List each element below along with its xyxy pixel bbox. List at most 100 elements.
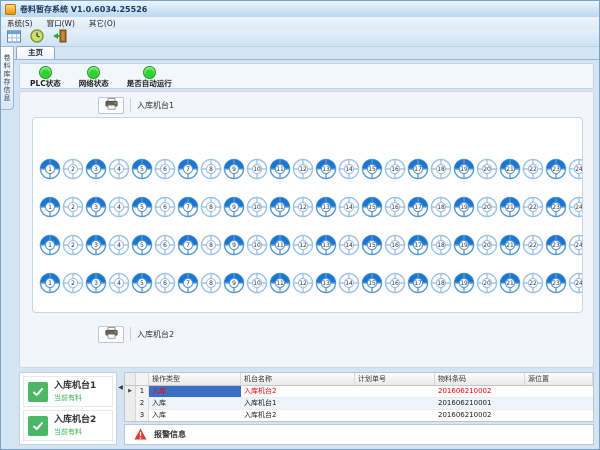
tab-home[interactable]: 主页	[16, 46, 55, 59]
cell[interactable]: 入库机台2	[241, 386, 355, 397]
check-icon	[28, 416, 48, 436]
svg-text:23: 23	[552, 204, 560, 211]
machine2-label: 入库机台2	[137, 329, 174, 340]
status-label: PLC状态	[30, 80, 61, 88]
cell[interactable]: 入库	[149, 398, 241, 409]
cell[interactable]	[355, 386, 435, 397]
row-number: 2	[136, 398, 149, 409]
svg-text:24: 24	[575, 204, 583, 211]
cell[interactable]	[355, 398, 435, 409]
slot-8-empty: 8	[200, 234, 222, 256]
svg-text:2: 2	[71, 242, 75, 249]
row-selector	[125, 410, 136, 421]
svg-text:6: 6	[163, 166, 167, 173]
table-row-2[interactable]: 2入库入库机台1 201606210001	[125, 398, 593, 410]
svg-text:1: 1	[48, 242, 52, 249]
slot-row-3: 1234567891011121314151617181920212223242…	[39, 234, 583, 256]
cell[interactable]	[525, 410, 593, 421]
table-row-3[interactable]: 3入库入库机台2201606210002	[125, 410, 593, 422]
col-header-4[interactable]: 物料条码	[435, 373, 525, 385]
slot-5-occupied: 5	[131, 234, 153, 256]
machine1-header: 入库机台1	[98, 96, 174, 114]
machine-panels: 入库机台1 1234567891011121314151617181920212…	[19, 91, 594, 368]
menu-item-1[interactable]: 系统(S)	[7, 18, 33, 29]
slot-6-empty: 6	[154, 234, 176, 256]
cell[interactable]	[525, 398, 593, 409]
slot-8-empty: 8	[200, 196, 222, 218]
print-button-machine1[interactable]	[98, 97, 124, 114]
cell[interactable]: 入库	[149, 410, 241, 421]
print-button-machine2[interactable]	[98, 326, 124, 343]
svg-text:20: 20	[483, 242, 491, 249]
slot-24-empty: 24	[568, 196, 583, 218]
status-indicator-icon	[87, 66, 100, 79]
cell[interactable]: 入库机台1	[241, 398, 355, 409]
slot-18-empty: 18	[430, 196, 452, 218]
slot-12-empty: 12	[292, 196, 314, 218]
svg-text:16: 16	[391, 280, 399, 287]
svg-text:3: 3	[94, 280, 98, 287]
cell[interactable]	[355, 410, 435, 421]
svg-text:18: 18	[437, 204, 445, 211]
cell[interactable]: 入库机台2	[241, 410, 355, 421]
slot-21-occupied: 21	[499, 234, 521, 256]
svg-text:5: 5	[140, 204, 144, 211]
slot-16-empty: 16	[384, 234, 406, 256]
col-header-1[interactable]: 操作类型	[149, 373, 241, 385]
slot-10-empty: 10	[246, 272, 268, 294]
splitter-handle[interactable]: ◀	[117, 372, 124, 445]
svg-text:10: 10	[253, 204, 261, 211]
slot-13-occupied: 13	[315, 234, 337, 256]
slot-21-occupied: 21	[499, 196, 521, 218]
table-row-1[interactable]: ▶1入库入库机台2201606210002	[125, 386, 593, 398]
machine-status-card-2: 入库机台2当前有料	[23, 410, 113, 441]
slot-9-occupied: 9	[223, 234, 245, 256]
svg-text:22: 22	[529, 166, 537, 173]
slot-11-occupied: 11	[269, 272, 291, 294]
slot-6-empty: 6	[154, 272, 176, 294]
slot-7-occupied: 7	[177, 234, 199, 256]
menu-item-3[interactable]: 其它(O)	[89, 18, 116, 29]
slot-24-empty: 24	[568, 272, 583, 294]
card-status: 当前有料	[54, 427, 96, 437]
svg-text:12: 12	[299, 242, 307, 249]
header-divider	[130, 98, 131, 112]
slot-17-occupied: 17	[407, 158, 429, 180]
col-header-5[interactable]: 源位置	[525, 373, 593, 385]
history-button[interactable]	[28, 30, 45, 45]
slot-23-occupied: 23	[545, 272, 567, 294]
side-panel-tab-label: 卷料库存信息	[2, 54, 12, 102]
svg-text:19: 19	[460, 204, 468, 211]
card-text: 入库机台2当前有料	[54, 415, 96, 437]
svg-text:5: 5	[140, 242, 144, 249]
alarm-label: 报警信息	[154, 429, 186, 440]
slot-11-occupied: 11	[269, 196, 291, 218]
cell[interactable]: 201606210002	[435, 410, 525, 421]
cell[interactable]: 201606210001	[435, 398, 525, 409]
slot-22-empty: 22	[522, 196, 544, 218]
col-header-2[interactable]: 机台名称	[241, 373, 355, 385]
svg-text:16: 16	[391, 204, 399, 211]
svg-text:2: 2	[71, 280, 75, 287]
side-panel-tab[interactable]: 卷料库存信息	[1, 46, 14, 110]
svg-text:9: 9	[232, 166, 236, 173]
cell[interactable]: 201606210002	[435, 386, 525, 397]
svg-text:5: 5	[140, 166, 144, 173]
svg-text:11: 11	[276, 204, 284, 211]
status-label: 是否自动运行	[127, 80, 172, 88]
slot-14-empty: 14	[338, 196, 360, 218]
menu-item-2[interactable]: 窗口(W)	[47, 18, 75, 29]
exit-button[interactable]	[51, 30, 68, 45]
svg-text:10: 10	[253, 280, 261, 287]
schedule-button[interactable]	[5, 30, 22, 45]
cell[interactable]: 入库	[149, 386, 241, 397]
col-header-3[interactable]: 计划单号	[355, 373, 435, 385]
slot-2-empty: 2	[62, 196, 84, 218]
slot-4-empty: 4	[108, 158, 130, 180]
row-selector	[125, 398, 136, 409]
cell[interactable]	[525, 386, 593, 397]
slot-23-occupied: 23	[545, 158, 567, 180]
machine-status-cards: 入库机台1当前有料入库机台2当前有料	[19, 372, 117, 445]
svg-text:19: 19	[460, 242, 468, 249]
slot-1-occupied: 1	[39, 272, 61, 294]
